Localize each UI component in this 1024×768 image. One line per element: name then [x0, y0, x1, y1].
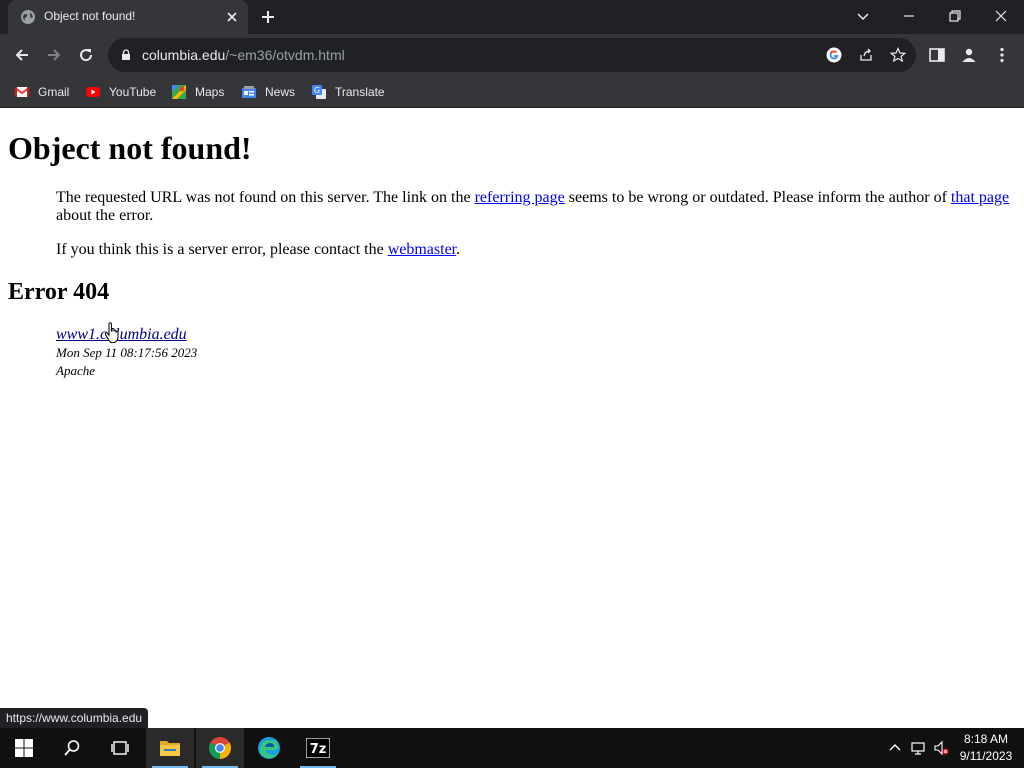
start-icon	[15, 739, 33, 757]
start-button[interactable]	[0, 728, 48, 768]
network-icon[interactable]	[910, 740, 926, 756]
bookmark-news[interactable]: News	[241, 82, 295, 102]
link-hover-status: https://www.columbia.edu	[0, 708, 149, 728]
referring-page-link[interactable]: referring page	[475, 189, 565, 206]
menu-kebab-icon[interactable]	[993, 46, 1011, 64]
bookmarks-bar: Gmail YouTube Maps News G Translate	[0, 76, 1024, 108]
clock-time: 8:18 AM	[963, 732, 1009, 746]
profile-icon[interactable]	[960, 46, 978, 64]
edge-icon	[258, 737, 280, 759]
tab-title: Object not found!	[44, 9, 136, 23]
tab-active[interactable]: Object not found!	[8, 0, 248, 34]
maps-icon	[172, 85, 186, 99]
taskbar: 7z 8:18 AM 9/11/2023	[0, 728, 1024, 768]
title-bar: Object not found!	[0, 0, 1024, 34]
task-view-button[interactable]	[96, 728, 144, 768]
lock-icon[interactable]	[120, 49, 132, 61]
url-path: /~em36/otvdm.html	[225, 47, 345, 63]
new-tab-icon[interactable]	[260, 9, 276, 25]
para1-text-1: The requested URL was not found on this …	[56, 189, 475, 206]
file-explorer-icon	[160, 741, 180, 756]
forward-icon[interactable]	[45, 46, 63, 64]
para1-text-2: seems to be wrong or outdated. Please in…	[564, 189, 951, 206]
page-title: Object not found!	[8, 130, 252, 166]
svg-text:G: G	[314, 86, 320, 95]
tab-search-icon[interactable]	[855, 8, 871, 24]
close-window-icon[interactable]	[993, 8, 1009, 24]
error-code-heading: Error 404	[8, 279, 110, 305]
page-content: Object not found! The requested URL was …	[0, 108, 1024, 728]
volume-muted-icon[interactable]	[933, 740, 949, 756]
chevron-up-icon[interactable]	[887, 740, 903, 756]
restore-icon[interactable]	[947, 8, 963, 24]
minimize-icon[interactable]	[901, 8, 917, 24]
gmail-icon	[14, 87, 30, 97]
share-icon[interactable]	[858, 47, 874, 63]
7zip-button[interactable]: 7z	[294, 728, 342, 768]
file-explorer-button[interactable]	[146, 728, 194, 768]
7zip-icon: 7z	[306, 738, 330, 758]
bookmark-youtube[interactable]: YouTube	[85, 82, 156, 102]
search-icon	[64, 740, 80, 756]
translate-icon: G	[312, 85, 326, 99]
bookmark-translate[interactable]: G Translate	[311, 82, 385, 102]
system-clock[interactable]: 8:18 AM 9/11/2023	[950, 731, 1022, 765]
clock-date: 9/11/2023	[959, 749, 1013, 763]
bookmark-label: Gmail	[38, 85, 70, 99]
news-icon	[242, 86, 256, 98]
url-text[interactable]: columbia.edu/~em36/otvdm.html	[142, 47, 345, 63]
address-bar[interactable]: columbia.edu/~em36/otvdm.html	[108, 38, 916, 72]
server-error-note: If you think this is a server error, ple…	[56, 241, 1016, 259]
task-view-icon	[111, 741, 129, 755]
server-date: Mon Sep 11 08:17:56 2023	[56, 345, 198, 360]
server-address: www1.columbia.edu Mon Sep 11 08:17:56 20…	[56, 326, 197, 380]
bookmark-label: Translate	[335, 85, 385, 99]
globe-icon	[21, 10, 35, 24]
reload-icon[interactable]	[77, 46, 95, 64]
bookmark-label: YouTube	[109, 85, 157, 99]
that-page-link[interactable]: that page	[951, 189, 1009, 206]
search-button[interactable]	[48, 728, 96, 768]
hand-cursor-icon	[104, 322, 119, 343]
chrome-button[interactable]	[196, 728, 244, 768]
bookmark-star-icon[interactable]	[890, 47, 906, 63]
server-software: Apache	[56, 363, 95, 378]
bookmark-gmail[interactable]: Gmail	[14, 82, 69, 102]
para2-text-2: .	[456, 241, 461, 258]
error-description: The requested URL was not found on this …	[56, 189, 1016, 225]
bookmark-maps[interactable]: Maps	[171, 82, 224, 102]
para2-text-1: If you think this is a server error, ple…	[56, 241, 388, 258]
para1-text-3: about the error.	[56, 207, 154, 224]
svg-text:7z: 7z	[310, 742, 327, 757]
url-host: columbia.edu	[142, 47, 226, 63]
side-panel-icon[interactable]	[928, 46, 946, 64]
browser-toolbar: columbia.edu/~em36/otvdm.html	[0, 34, 1024, 76]
back-icon[interactable]	[13, 46, 31, 64]
bookmark-label: Maps	[195, 85, 225, 99]
bookmark-label: News	[265, 85, 296, 99]
youtube-icon	[86, 87, 100, 97]
server-host-link[interactable]: www1.columbia.edu	[56, 326, 187, 343]
webmaster-link[interactable]: webmaster	[388, 241, 456, 258]
google-lens-icon[interactable]	[826, 47, 842, 63]
edge-button[interactable]	[245, 728, 293, 768]
chrome-icon	[209, 737, 231, 759]
close-tab-icon[interactable]	[224, 9, 240, 25]
